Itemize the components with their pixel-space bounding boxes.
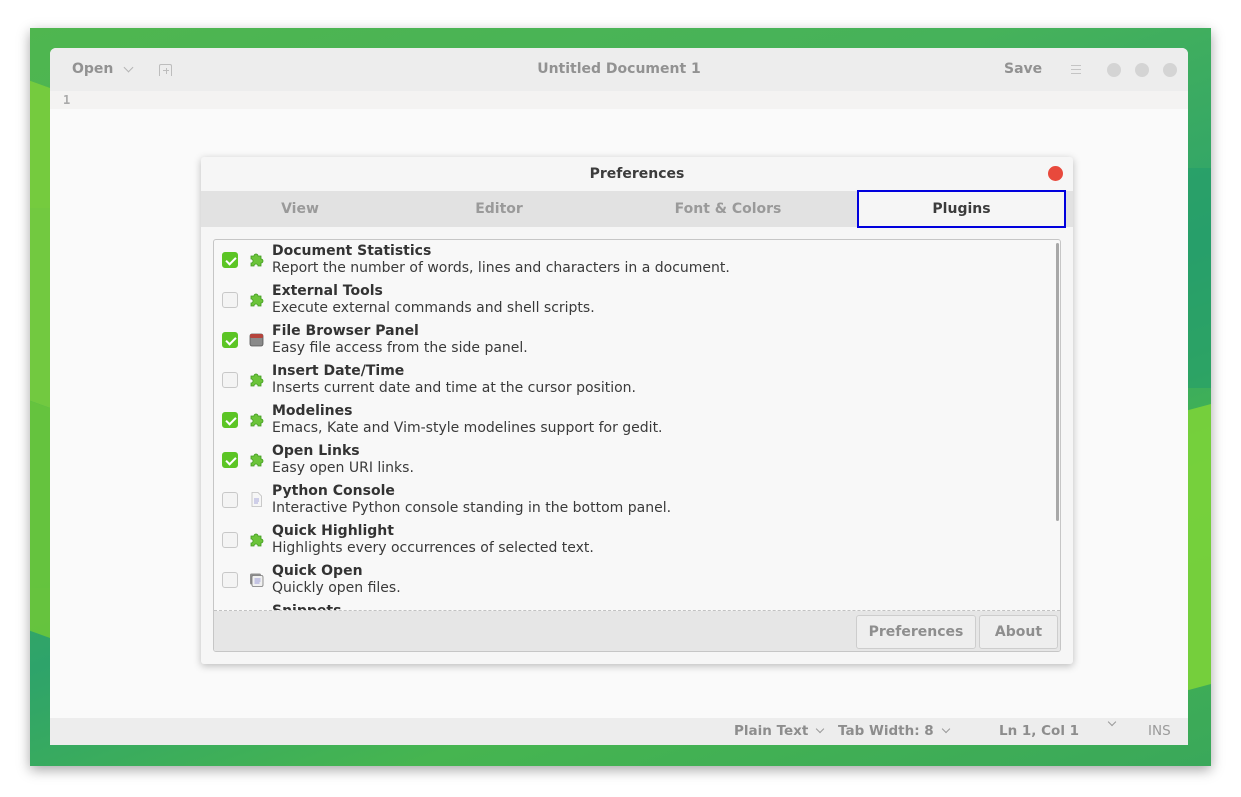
plugin-enable-checkbox[interactable] xyxy=(222,532,238,548)
maximize-button[interactable] xyxy=(1135,63,1149,77)
plugin-description: Easy open URI links. xyxy=(272,460,414,476)
plugin-name: Snippets xyxy=(272,603,341,610)
plugin-enable-checkbox[interactable] xyxy=(222,292,238,308)
minimize-button[interactable] xyxy=(1107,63,1121,77)
plugin-enable-checkbox[interactable] xyxy=(222,452,238,468)
current-line-highlight xyxy=(50,91,1188,109)
plugin-description: Emacs, Kate and Vim-style modelines supp… xyxy=(272,420,663,436)
plugin-name: Quick Open xyxy=(272,563,363,579)
language-selector[interactable]: Plain Text xyxy=(734,723,825,739)
chevron-down-icon xyxy=(816,724,825,734)
puzzle-icon xyxy=(248,291,265,308)
tab-bar: View Editor Font & Colors Plugins xyxy=(201,190,1073,228)
plugin-row[interactable]: Python Console Interactive Python console… xyxy=(214,480,1054,520)
plugin-row[interactable]: Quick Open Quickly open files. xyxy=(214,560,1054,600)
cursor-position[interactable]: Ln 1, Col 1 xyxy=(999,723,1079,739)
plugin-description: Report the number of words, lines and ch… xyxy=(272,260,730,276)
plugin-enable-checkbox[interactable] xyxy=(222,572,238,588)
plugin-row[interactable]: Modelines Emacs, Kate and Vim-style model… xyxy=(214,400,1054,440)
header-bar: Open Untitled Document 1 Save xyxy=(50,48,1188,91)
puzzle-icon xyxy=(248,411,265,428)
plugin-description: Execute external commands and shell scri… xyxy=(272,300,595,316)
plugin-enable-checkbox[interactable] xyxy=(222,412,238,428)
preferences-dialog: Preferences View Editor Font & Colors Pl… xyxy=(201,157,1073,664)
plugin-name: Insert Date/Time xyxy=(272,363,405,379)
plugin-description: Easy file access from the side panel. xyxy=(272,340,528,356)
puzzle-icon xyxy=(248,531,265,548)
plugin-row[interactable]: External Tools Execute external commands … xyxy=(214,280,1054,320)
insert-mode: INS xyxy=(1148,723,1171,739)
plugin-name: Document Statistics xyxy=(272,243,432,259)
plugin-name: File Browser Panel xyxy=(272,323,419,339)
plugin-row[interactable]: Snippets xyxy=(214,600,1054,610)
plugin-name: Quick Highlight xyxy=(272,523,394,539)
hamburger-menu-icon[interactable] xyxy=(1071,65,1081,74)
puzzle-icon xyxy=(248,251,265,268)
plugin-toolbar: Preferences About xyxy=(214,611,1060,651)
plugin-list[interactable]: Document Statistics Report the number of … xyxy=(214,240,1054,610)
close-button[interactable] xyxy=(1163,63,1177,77)
plugin-list-frame: Document Statistics Report the number of … xyxy=(213,239,1061,652)
dialog-title: Preferences xyxy=(589,166,685,182)
puzzle-icon xyxy=(248,371,265,388)
chevron-down-icon xyxy=(941,724,950,734)
position-menu[interactable] xyxy=(1106,717,1117,727)
plugin-enable-checkbox[interactable] xyxy=(222,372,238,388)
scrollbar[interactable] xyxy=(1056,243,1059,521)
line-number: 1 xyxy=(63,93,71,107)
tab-plugins[interactable]: Plugins xyxy=(857,190,1066,228)
plugin-enable-checkbox[interactable] xyxy=(222,492,238,508)
text-document-icon xyxy=(248,491,265,508)
plugin-row[interactable]: File Browser Panel Easy file access from … xyxy=(214,320,1054,360)
plugin-preferences-button[interactable]: Preferences xyxy=(856,615,976,649)
plugin-enable-checkbox[interactable] xyxy=(222,332,238,348)
plugin-row[interactable]: Open Links Easy open URI links. xyxy=(214,440,1054,480)
puzzle-icon xyxy=(248,451,265,468)
plugin-name: Modelines xyxy=(272,403,353,419)
language-label: Plain Text xyxy=(734,723,809,739)
tab-width-label: Tab Width: 8 xyxy=(838,723,934,739)
plugin-description: Highlights every occurrences of selected… xyxy=(272,540,594,556)
status-bar: Plain Text Tab Width: 8 Ln 1, Col 1 INS xyxy=(50,717,1188,745)
tab-width-selector[interactable]: Tab Width: 8 xyxy=(838,723,950,739)
file-cabinet-icon xyxy=(248,331,265,348)
cursor-position-label: Ln 1, Col 1 xyxy=(999,723,1080,739)
tab-view[interactable]: View xyxy=(201,191,399,227)
plugin-row[interactable]: Insert Date/Time Inserts current date and… xyxy=(214,360,1054,400)
save-button[interactable]: Save xyxy=(1004,61,1042,77)
plugin-name: External Tools xyxy=(272,283,383,299)
plugin-description: Interactive Python console standing in t… xyxy=(272,500,672,516)
plugin-row[interactable]: Quick Highlight Highlights every occurren… xyxy=(214,520,1054,560)
tab-editor[interactable]: Editor xyxy=(399,191,599,227)
plugin-about-button[interactable]: About xyxy=(979,615,1058,649)
plugin-name: Open Links xyxy=(272,443,360,459)
tab-font-colors[interactable]: Font & Colors xyxy=(599,191,857,227)
plugin-enable-checkbox[interactable] xyxy=(222,252,238,268)
documents-icon xyxy=(248,571,265,588)
plugin-name: Python Console xyxy=(272,483,395,499)
chevron-down-icon xyxy=(1107,717,1117,727)
dialog-close-button[interactable] xyxy=(1048,166,1063,181)
plugin-description: Quickly open files. xyxy=(272,580,401,596)
plugin-row[interactable]: Document Statistics Report the number of … xyxy=(214,240,1054,280)
plugin-description: Inserts current date and time at the cur… xyxy=(272,380,636,396)
